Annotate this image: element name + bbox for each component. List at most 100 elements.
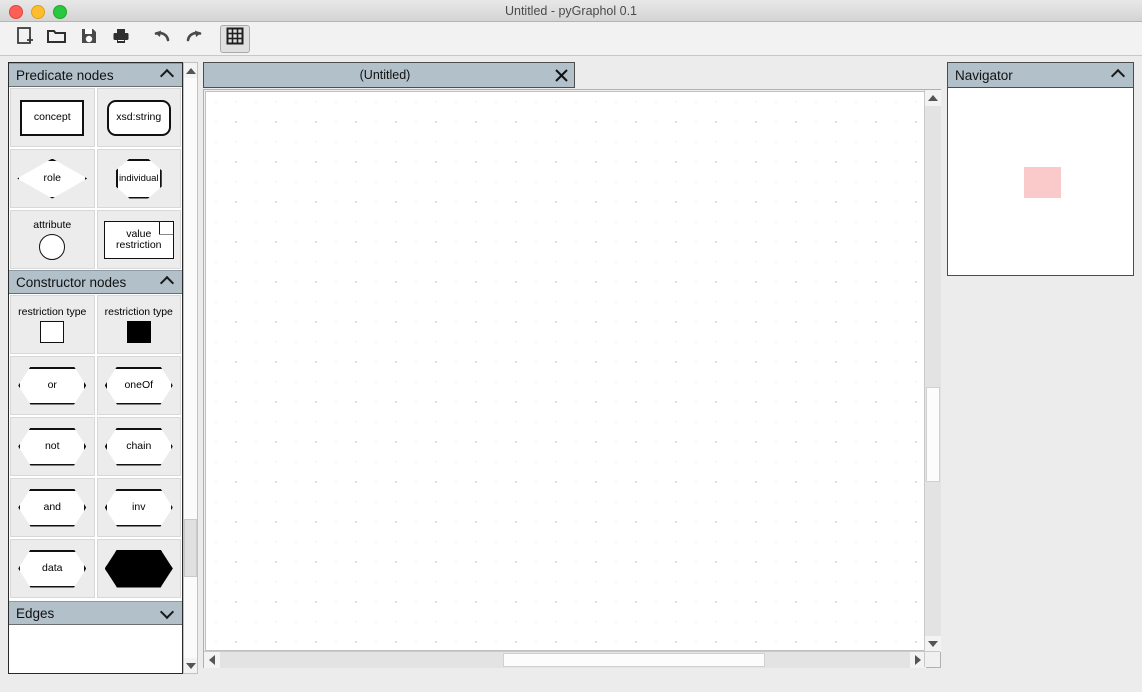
scroll-down-button[interactable] [925,636,941,652]
node-label: role [43,172,61,184]
redo-button[interactable] [179,25,209,53]
palette-node-oneof[interactable]: oneOf [96,356,181,415]
node-label: data [42,562,63,574]
open-document-button[interactable] [42,25,72,53]
palette-node-restriction-type-black[interactable]: restriction type [96,295,181,354]
hexagon-shape: inv [104,488,173,527]
chevron-up-icon[interactable] [161,70,175,80]
palette-node-or[interactable]: or [10,356,95,415]
palette-scroll-track[interactable] [184,78,197,658]
square-outline-shape [40,320,65,343]
square-filled-shape [126,320,151,343]
palette-node-not[interactable]: not [10,417,95,476]
floppy-disk-icon [79,26,99,51]
navigator-header[interactable]: Navigator [948,63,1133,88]
palette-section-predicate-nodes[interactable]: Predicate nodes [9,63,182,87]
vertical-scroll-track[interactable] [925,106,941,636]
document-tab[interactable]: (Untitled) [203,62,575,88]
horizontal-scroll-thumb[interactable] [502,653,766,667]
canvas-horizontal-scrollbar[interactable] [204,651,926,668]
palette-row: or oneOf [9,355,182,416]
palette-section-title: Predicate nodes [16,67,114,83]
scroll-up-button[interactable] [925,90,941,106]
new-document-button[interactable] [10,25,40,53]
palette-row: data [9,538,182,599]
hexagon-shape: data [18,549,87,588]
canvas-frame [203,89,941,668]
arrow-right-icon [915,655,921,665]
rounded-rectangle-shape: xsd:string [106,99,171,136]
navigator-title: Navigator [955,67,1013,83]
node-label: or [47,379,57,391]
palette-section-title: Constructor nodes [16,274,127,290]
navigator-minimap[interactable] [948,88,1133,275]
palette-row: restriction type restriction type [9,294,182,355]
canvas-vertical-scrollbar[interactable] [924,90,941,652]
node-label: and [43,501,62,513]
node-label: oneOf [124,379,154,391]
node-label: not [44,440,60,452]
palette-section-title: Edges [16,605,55,621]
save-document-button[interactable] [74,25,104,53]
print-document-button[interactable] [106,25,136,53]
palette-node-attribute[interactable]: attribute [10,210,95,269]
main-toolbar [0,22,1142,56]
close-tab-button[interactable] [548,63,574,87]
hexagon-shape: chain [104,427,173,466]
palette-node-chain[interactable]: chain [96,417,181,476]
palette-node-inv[interactable]: inv [96,478,181,537]
palette-row: concept xsd:string [9,87,182,148]
undo-button[interactable] [147,25,177,53]
hexagon-shape: not [18,427,87,466]
palette-node-role[interactable]: role [10,149,95,208]
palette-node-xsd-string[interactable]: xsd:string [96,88,181,147]
navigator-viewport-rect[interactable] [1023,166,1061,199]
window-title: Untitled - pyGraphol 0.1 [504,4,637,18]
palette-scroll-up-button[interactable] [184,63,197,78]
navigator-panel: Navigator [947,62,1134,276]
palette-row: not chain [9,416,182,477]
hexagon-shape: oneOf [104,366,173,405]
node-label: value restriction [115,227,162,251]
diagram-canvas[interactable] [205,91,925,651]
palette-scroll-thumb[interactable] [184,518,197,577]
document-area: (Untitled) [203,62,941,668]
node-label: restriction type [104,305,173,318]
vertical-scroll-thumb[interactable] [926,386,940,483]
arrow-up-icon [185,67,196,74]
node-label: chain [126,440,152,452]
palette-node-data[interactable]: data [10,539,95,598]
palette-scrollbar[interactable] [183,62,198,674]
scroll-left-button[interactable] [204,652,220,668]
hexagon-shape: and [18,488,87,527]
palette-section-edges[interactable]: Edges [9,601,182,625]
palette-section-constructor-nodes[interactable]: Constructor nodes [9,270,182,294]
palette-dock: Predicate nodes concept xsd:string role … [8,62,183,674]
title-bar: Untitled - pyGraphol 0.1 [0,0,1142,22]
palette-node-restriction-type-white[interactable]: restriction type [10,295,95,354]
hexagon-filled-shape [104,549,173,588]
close-icon [554,68,568,82]
arrow-up-icon [928,95,938,101]
node-label: concept [33,111,71,123]
palette-node-individual[interactable]: individual [96,149,181,208]
chevron-down-icon[interactable] [161,608,175,618]
palette-node-value-restriction[interactable]: value restriction [96,210,181,269]
horizontal-scroll-track[interactable] [220,652,910,668]
circle-shape [39,233,66,260]
arrow-down-icon [185,662,196,669]
printer-icon [111,26,131,51]
palette-scroll-down-button[interactable] [184,658,197,673]
node-label: attribute [33,218,72,231]
chevron-up-icon[interactable] [1112,70,1126,80]
toggle-grid-button[interactable] [220,24,250,53]
palette-node-and[interactable]: and [10,478,95,537]
application-window: Untitled - pyGraphol 0.1 Predicate nodes… [0,0,1142,692]
chevron-up-icon[interactable] [161,277,175,287]
node-label: inv [132,501,146,513]
palette-node-concept[interactable]: concept [10,88,95,147]
arrow-down-icon [928,641,938,647]
folded-rectangle-shape: value restriction [103,220,174,259]
new-document-icon [15,26,35,51]
palette-node-range-restriction[interactable] [96,539,181,598]
